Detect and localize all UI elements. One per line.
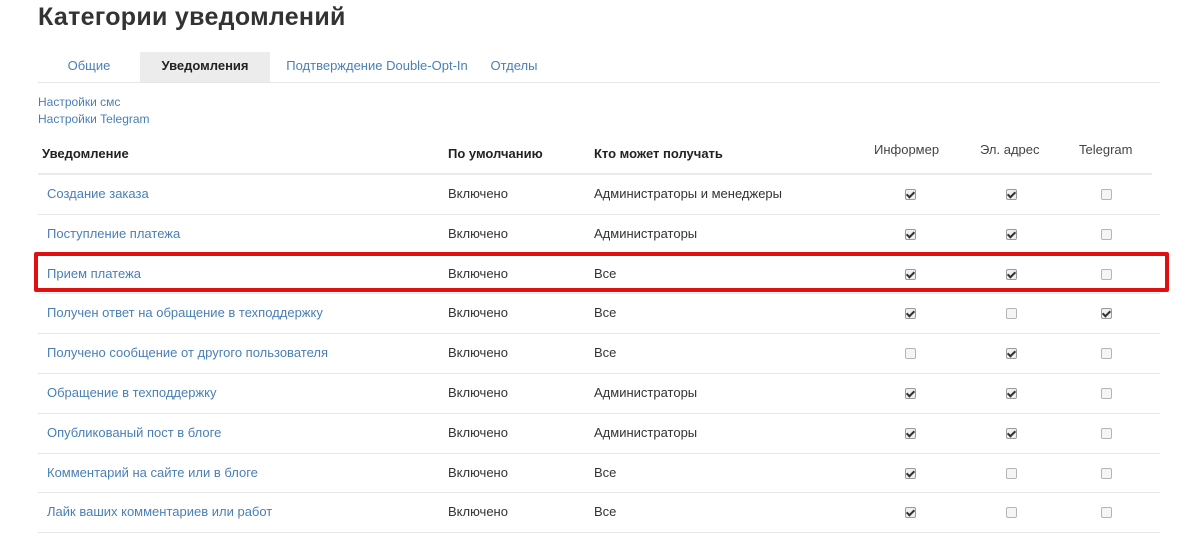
notification-name-link[interactable]: Обращение в техподдержку [47,374,217,412]
informer-checkbox[interactable] [905,387,916,399]
informer-checkbox[interactable] [905,467,916,479]
recipients: Все [594,345,617,361]
table-row: Создание заказа Включено Администраторы и … [38,175,1160,215]
informer-checkbox[interactable] [905,228,916,240]
informer-checkbox[interactable] [905,507,916,519]
notification-name-link[interactable]: Лайк ваших комментариев или работ [47,493,272,531]
telegram-checkbox[interactable] [1101,427,1112,439]
default-state: Включено [448,345,508,361]
recipients: Администраторы [594,225,698,241]
recipients: Администраторы [594,424,698,440]
recipients: Администраторы и менеджеры [594,186,782,201]
tab-bar: Общие Уведомления Подтверждение Double-O… [38,52,1160,83]
notification-name-link[interactable]: Поступление платежа [47,215,180,253]
default-state: Включено [448,305,508,321]
notification-name-link[interactable]: Комментарий на сайте или в блоге [47,454,258,492]
tab-departments[interactable]: Отделы [484,52,544,82]
table-row: Получено сообщение от другого пользовате… [38,334,1160,374]
email-checkbox[interactable] [1006,228,1017,240]
default-state: Включено [448,186,508,201]
table-row: Поступление платежа Включено Администратор… [38,215,1160,255]
recipients: Все [594,464,617,480]
notification-table-body: Создание заказа Включено Администраторы и … [38,175,1160,534]
telegram-checkbox[interactable] [1101,348,1112,360]
email-checkbox[interactable] [1006,387,1017,399]
default-state: Включено [448,265,508,281]
default-state: Включено [448,424,508,440]
tab-notifications[interactable]: Уведомления [140,52,270,82]
sms-settings-link[interactable]: Настройки смс [38,94,150,111]
recipients: Все [594,504,617,520]
email-checkbox[interactable] [1006,189,1017,200]
tab-general[interactable]: Общие [38,52,140,82]
telegram-settings-link[interactable]: Настройки Telegram [38,111,150,128]
informer-checkbox[interactable] [905,268,916,280]
default-state: Включено [448,225,508,241]
column-header-informer: Информер [874,142,940,157]
page-title: Категории уведомлений [38,3,346,31]
recipients: Все [594,265,617,281]
telegram-checkbox[interactable] [1101,507,1112,519]
table-row: Прием платежа Включено Все [38,255,1160,295]
informer-checkbox[interactable] [905,308,916,320]
email-checkbox[interactable] [1006,507,1017,519]
email-checkbox[interactable] [1006,427,1017,439]
column-header-default: По умолчанию [448,146,543,161]
telegram-checkbox[interactable] [1101,387,1112,399]
telegram-checkbox[interactable] [1101,467,1112,479]
notification-name-link[interactable]: Прием платежа [47,255,141,293]
default-state: Включено [448,464,508,480]
informer-checkbox[interactable] [905,427,916,439]
email-checkbox[interactable] [1006,308,1017,320]
telegram-checkbox[interactable] [1101,189,1112,200]
notification-name-link[interactable]: Опубликованый пост в блоге [47,414,221,452]
recipients: Администраторы [594,384,698,400]
notification-name-link[interactable]: Получено сообщение от другого пользовате… [47,334,328,372]
telegram-checkbox[interactable] [1101,228,1112,240]
column-header-notification: Уведомление [42,146,129,161]
table-row: Обращение в техподдержку Включено Админист… [38,374,1160,414]
settings-links: Настройки смс Настройки Telegram [38,94,150,128]
tab-double-opt-in[interactable]: Подтверждение Double-Opt-In [270,52,484,82]
column-header-telegram: Telegram [1079,142,1133,157]
table-row: Комментарий на сайте или в блоге Включено… [38,454,1160,494]
notification-name-link[interactable]: Получен ответ на обращение в техподдержк… [47,294,323,332]
column-header-who: Кто может получать [594,146,723,161]
table-row: Опубликованый пост в блоге Включено Админи… [38,414,1160,454]
telegram-checkbox[interactable] [1101,268,1112,280]
table-row: Получен ответ на обращение в техподдержк… [38,294,1160,335]
informer-checkbox[interactable] [905,348,916,360]
email-checkbox[interactable] [1006,467,1017,479]
notification-name-link[interactable]: Создание заказа [47,175,149,213]
informer-checkbox[interactable] [905,189,916,200]
column-header-email: Эл. адрес [980,142,1040,157]
email-checkbox[interactable] [1006,348,1017,360]
default-state: Включено [448,504,508,520]
email-checkbox[interactable] [1006,268,1017,280]
recipients: Все [594,305,617,321]
table-row: Лайк ваших комментариев или работ Включен… [38,493,1160,534]
telegram-checkbox[interactable] [1101,308,1112,320]
default-state: Включено [448,384,508,400]
